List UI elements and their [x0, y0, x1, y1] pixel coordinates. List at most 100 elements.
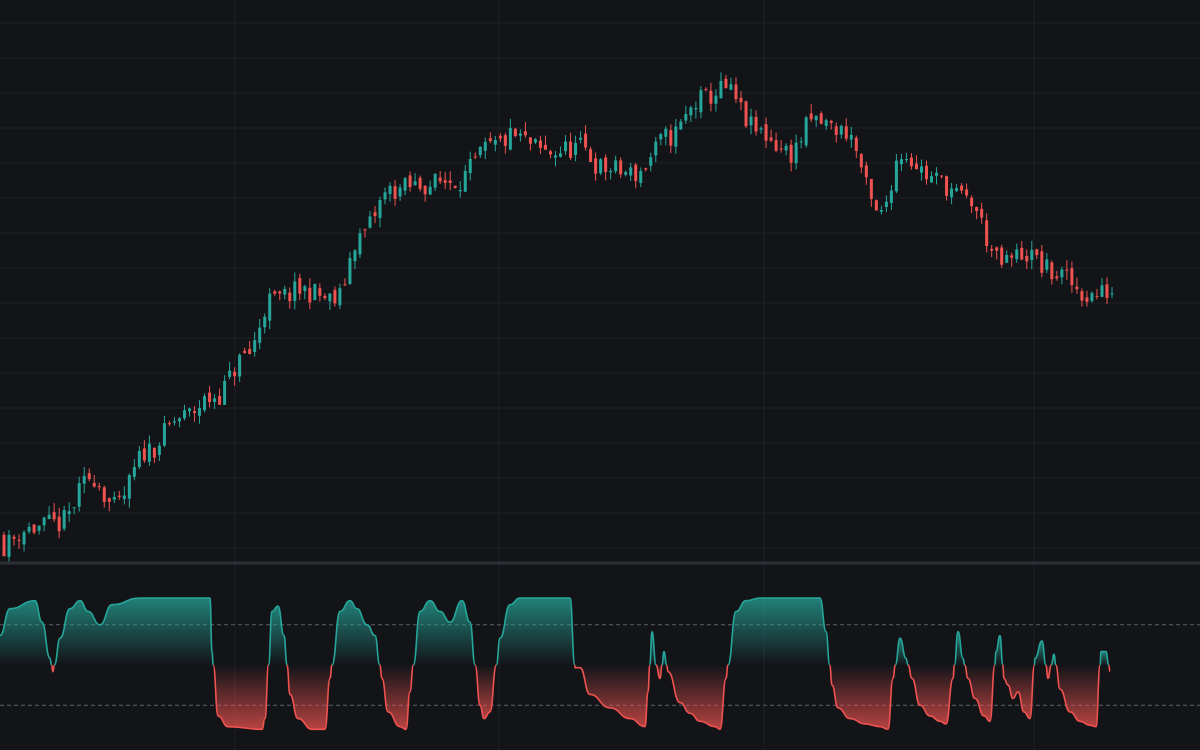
candle-body-164 [824, 120, 828, 126]
candle-body-114 [574, 142, 578, 155]
candle-8 [42, 516, 46, 532]
candle-111 [559, 146, 563, 158]
candle-body-181 [909, 157, 913, 167]
candle-body-37 [188, 408, 192, 412]
oscillator-area-19 [908, 665, 955, 724]
candle-body-127 [639, 171, 643, 183]
candle-body-82 [413, 181, 417, 186]
candle-53 [268, 288, 272, 330]
candle-70 [353, 249, 357, 269]
candle-43 [218, 388, 222, 405]
candle-body-177 [889, 190, 893, 203]
candle-body-198 [995, 247, 999, 251]
candle-188 [945, 175, 949, 201]
candle-body-157 [789, 144, 793, 163]
candle-body-106 [533, 139, 537, 143]
candle-body-124 [624, 172, 628, 175]
candle-body-75 [378, 200, 382, 218]
candle-156 [784, 143, 788, 156]
candle-body-50 [253, 340, 257, 352]
candle-128 [644, 167, 648, 172]
candle-182 [914, 155, 918, 170]
candle-121 [609, 168, 613, 180]
candle-138 [694, 101, 698, 119]
candle-body-170 [854, 137, 858, 152]
candle-body-99 [498, 135, 502, 139]
candle-body-74 [373, 212, 377, 217]
candle-body-187 [940, 175, 944, 177]
candle-146 [734, 77, 738, 104]
candle-body-63 [318, 288, 322, 296]
candle-172 [864, 161, 868, 185]
candle-body-91 [458, 189, 462, 192]
candle-83 [418, 175, 422, 192]
candle-body-188 [945, 176, 949, 196]
candle-110 [553, 151, 557, 167]
candle-116 [584, 125, 588, 151]
candle-26 [132, 458, 136, 481]
candle-211 [1060, 266, 1064, 285]
candle-24 [122, 486, 126, 505]
candle-220 [1105, 277, 1109, 304]
candle-body-67 [338, 288, 342, 306]
oscillator-area-27 [1055, 665, 1101, 727]
candle-150 [754, 110, 758, 136]
candle-192 [965, 183, 969, 199]
candle-body-60 [303, 286, 307, 291]
candle-166 [834, 122, 838, 143]
candle-body-64 [323, 295, 327, 299]
candle-body-197 [990, 248, 994, 251]
candle-31 [157, 442, 161, 462]
candle-body-18 [92, 482, 96, 487]
candle-68 [343, 278, 347, 287]
candle-32 [162, 415, 166, 448]
candle-body-182 [914, 163, 918, 170]
candle-218 [1095, 288, 1099, 300]
chart-stage [0, 0, 1200, 750]
candle-7 [37, 525, 41, 535]
candle-body-168 [844, 126, 848, 139]
candle-19 [97, 482, 101, 491]
candle-body-211 [1060, 269, 1064, 278]
candle-219 [1100, 277, 1104, 298]
candle-108 [543, 135, 547, 150]
candle-204 [1025, 249, 1029, 270]
candle-body-26 [132, 466, 136, 477]
candle-body-202 [1015, 249, 1019, 260]
candle-body-15 [77, 483, 81, 507]
candle-body-190 [955, 188, 959, 192]
candle-body-143 [719, 80, 723, 99]
oscillator-fill [0, 598, 1110, 730]
candle-body-128 [644, 168, 648, 170]
candle-135 [679, 119, 683, 130]
candle-body-31 [157, 445, 161, 456]
candle-body-117 [589, 149, 593, 163]
candle-body-205 [1030, 249, 1034, 260]
candle-87 [438, 171, 442, 185]
candle-body-23 [117, 495, 121, 497]
candle-44 [223, 375, 227, 405]
candle-109 [548, 149, 552, 159]
candle-18 [92, 475, 96, 488]
candle-157 [789, 139, 793, 172]
candle-201 [1010, 252, 1014, 267]
candle-5 [27, 522, 31, 534]
candle-body-101 [508, 128, 512, 150]
candle-body-144 [724, 78, 728, 89]
candle-body-32 [162, 423, 166, 446]
candle-body-61 [308, 287, 312, 303]
candle-body-17 [87, 473, 91, 480]
candle-47 [238, 353, 242, 382]
candle-body-149 [749, 116, 753, 126]
candle-body-142 [714, 95, 718, 104]
candle-body-104 [523, 131, 527, 136]
candle-40 [203, 393, 207, 413]
candle-body-59 [298, 278, 302, 294]
candle-92 [463, 164, 467, 192]
candle-12 [62, 505, 66, 532]
candle-170 [854, 135, 858, 159]
candle-82 [413, 173, 417, 186]
candle-body-166 [834, 126, 838, 135]
candle-body-172 [864, 165, 868, 178]
candle-136 [684, 105, 688, 124]
